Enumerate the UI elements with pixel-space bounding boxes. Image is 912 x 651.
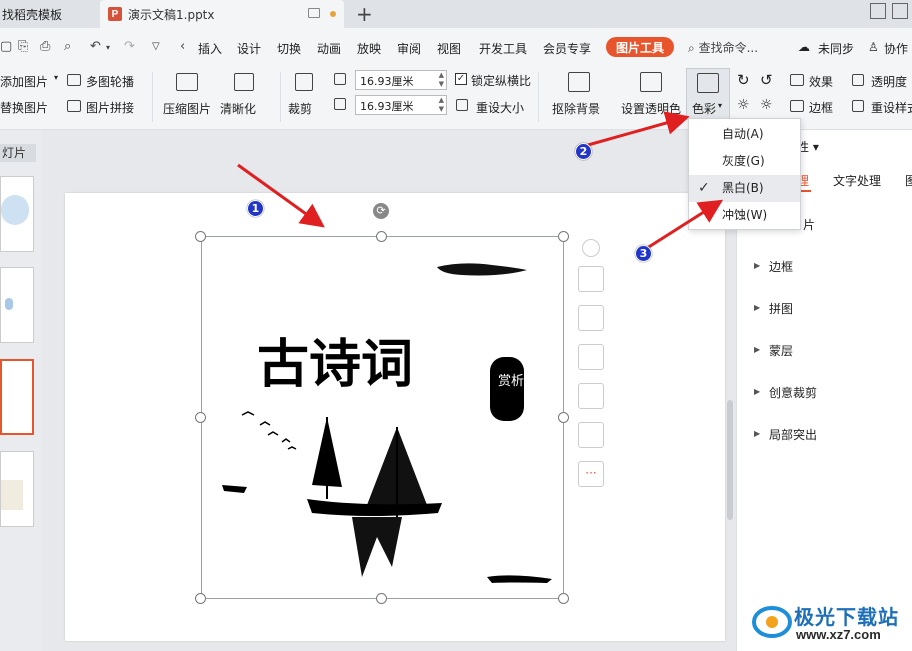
watermark-name: 极光下载站 [794, 605, 899, 629]
annotation-arrow [587, 111, 690, 147]
annotation-badge: 2 [575, 143, 592, 160]
annotation-badge: 3 [635, 245, 652, 262]
annotation-badge: 1 [247, 200, 264, 217]
annotation-overlay [237, 111, 724, 252]
watermark-url: www.xz7.com [796, 627, 881, 642]
watermark-logo-icon [752, 606, 792, 638]
annotation-arrow [643, 199, 724, 252]
